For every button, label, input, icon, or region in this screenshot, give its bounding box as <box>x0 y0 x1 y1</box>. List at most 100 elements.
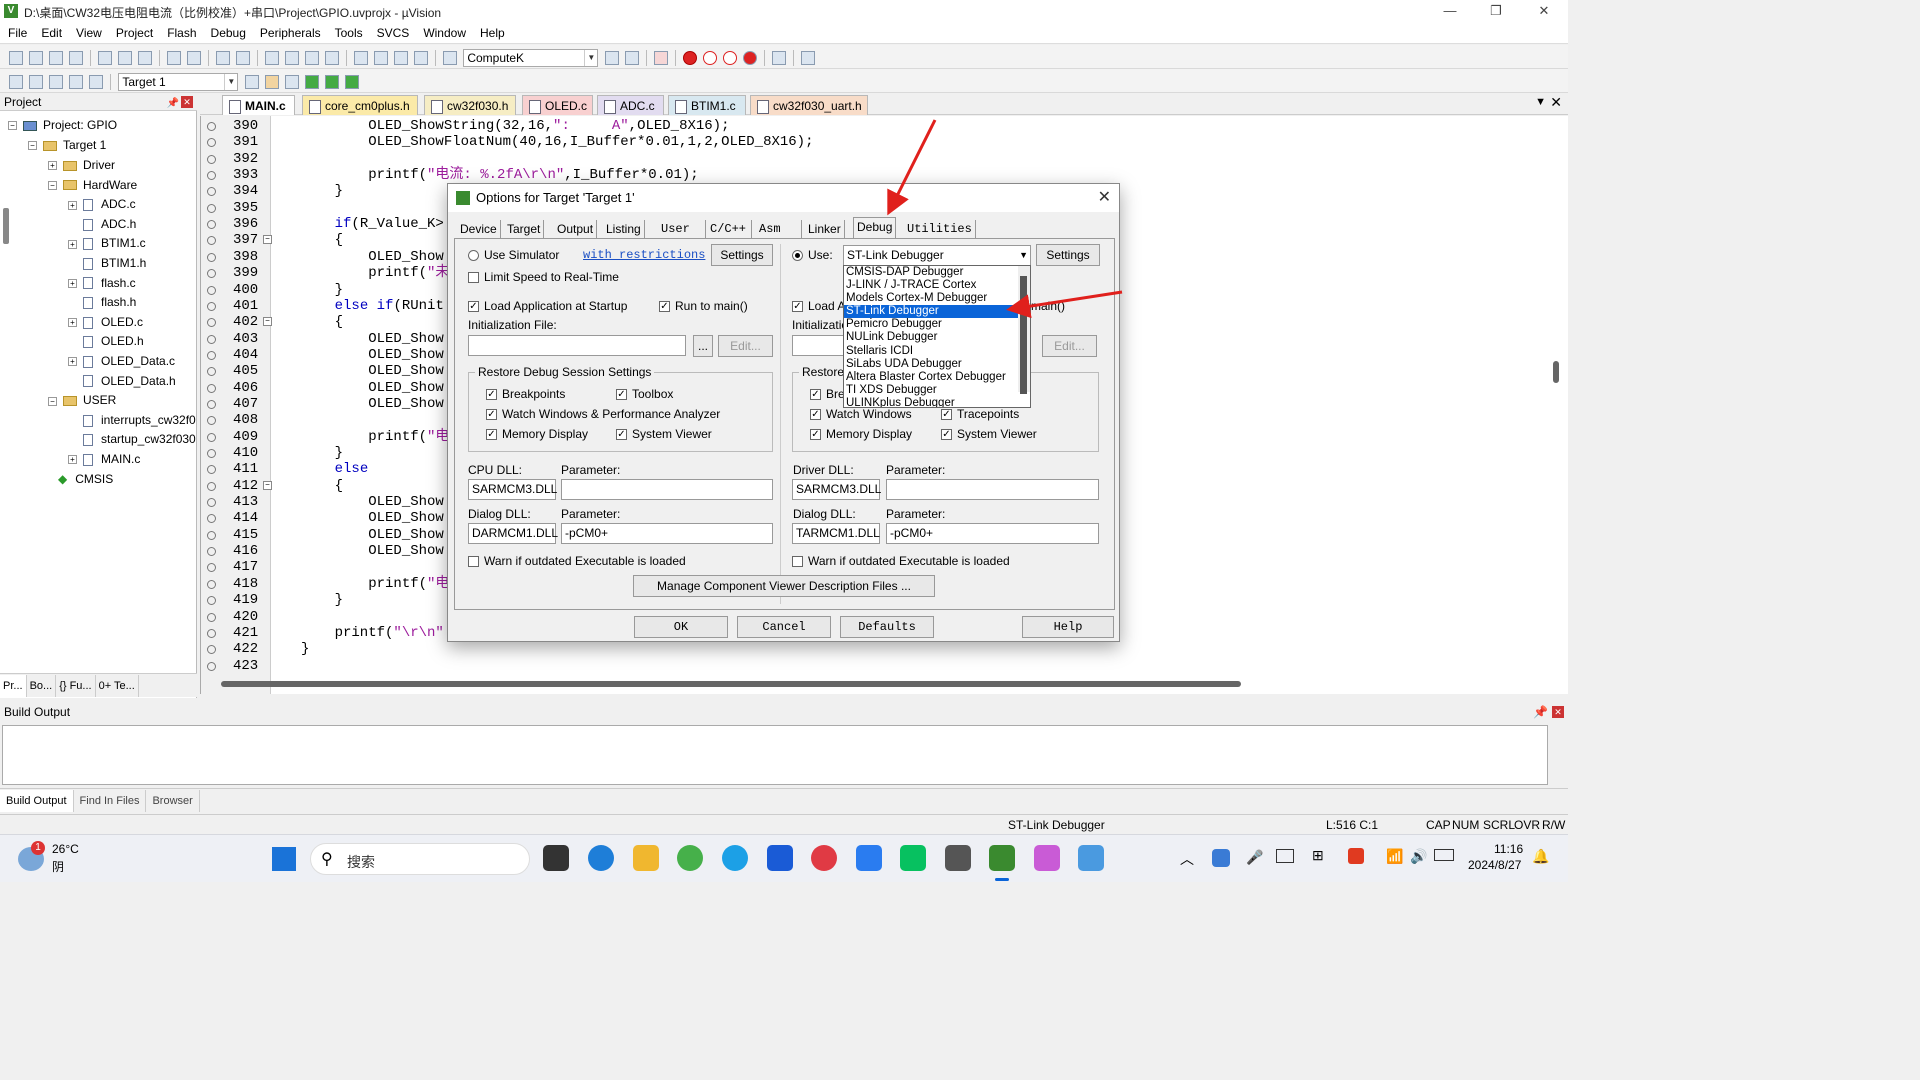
line-number[interactable]: 414 <box>201 510 267 526</box>
dialog-dll-input[interactable]: DARMCM1.DLL <box>468 523 558 544</box>
configure-icon[interactable] <box>800 50 815 65</box>
clock-time[interactable]: 11:16 <box>1494 842 1523 856</box>
menu-peripherals[interactable]: Peripherals <box>252 23 327 44</box>
bookmark-clear-icon[interactable] <box>325 50 339 65</box>
tree-item-hardware[interactable]: − HardWare <box>48 176 137 195</box>
breakpoint-slot-icon[interactable] <box>207 367 216 377</box>
indent-icon[interactable] <box>354 50 368 65</box>
editor-hscroll-thumb[interactable] <box>221 681 1241 687</box>
line-number[interactable]: 415 <box>201 527 267 543</box>
right-dialog-dll-input[interactable]: TARMCM1.DLL <box>792 523 880 544</box>
debugger-option-pemicro-debugger[interactable]: Pemicro Debugger <box>844 318 1030 331</box>
line-number[interactable]: 410 <box>201 445 267 461</box>
line-number[interactable]: 403 <box>201 331 267 347</box>
run-to-main-checkbox[interactable]: ✓ Run to main() <box>659 299 748 313</box>
debug-start-icon[interactable] <box>653 50 668 65</box>
tab-listing[interactable]: Listing <box>603 220 645 238</box>
taskbar-search[interactable]: ⚲ 搜索 <box>310 843 530 875</box>
right-load-app-checkbox[interactable]: ✓ Load A <box>792 299 845 313</box>
wechat-icon[interactable] <box>900 845 926 871</box>
bookmark-prev-icon[interactable] <box>285 50 299 65</box>
line-number[interactable]: 394 <box>201 183 267 199</box>
init-file-browse-button[interactable]: ... <box>693 335 713 357</box>
breakpoint-slot-icon[interactable] <box>207 416 216 426</box>
breakpoint-slot-icon[interactable] <box>207 481 216 491</box>
debugger-option-silabs-uda-debugger[interactable]: SiLabs UDA Debugger <box>844 358 1030 371</box>
debugger-option-stellaris-icdi[interactable]: Stellaris ICDI <box>844 345 1030 358</box>
manage-project-items-icon[interactable] <box>284 74 299 89</box>
cut-icon[interactable] <box>98 50 112 65</box>
line-number[interactable]: 406 <box>201 380 267 396</box>
camera-icon[interactable] <box>945 845 971 871</box>
wechat-alt-icon[interactable] <box>677 845 703 871</box>
tab-debug[interactable]: Debug <box>853 217 897 239</box>
breakpoint-slot-icon[interactable] <box>207 645 216 655</box>
bookmark-icon[interactable] <box>265 50 279 65</box>
tab-utilities[interactable]: Utilities <box>904 220 976 238</box>
maximize-button[interactable]: ❐ <box>1476 2 1516 20</box>
line-number[interactable]: 397− <box>201 232 272 248</box>
breakpoint-slot-icon[interactable] <box>207 301 216 311</box>
expand-toggle-icon[interactable]: + <box>68 278 77 288</box>
tree-item-oled-h[interactable]: OLED.h <box>68 332 144 351</box>
right-breakpoints-checkbox[interactable]: ✓ Bre <box>810 387 845 401</box>
line-number[interactable]: 405 <box>201 363 267 379</box>
breakpoint-slot-icon[interactable] <box>207 171 216 181</box>
tree-item-oled-data-h[interactable]: OLED_Data.h <box>68 372 176 391</box>
breakpoint-slot-icon[interactable] <box>207 399 216 409</box>
debugger-settings-button[interactable]: Settings <box>1036 244 1100 266</box>
line-number[interactable]: 412− <box>201 478 272 494</box>
app-l-icon[interactable] <box>767 845 793 871</box>
init-file-edit-button[interactable]: Edit... <box>718 335 773 357</box>
line-number[interactable]: 401 <box>201 298 267 314</box>
expand-toggle-icon[interactable]: + <box>68 239 77 249</box>
tree-item-oled-c[interactable]: + OLED.c <box>68 313 143 332</box>
tree-item-oled-data-c[interactable]: + OLED_Data.c <box>68 352 175 371</box>
tree-item-user[interactable]: − USER <box>48 391 116 410</box>
tree-item-adc-h[interactable]: ADC.h <box>68 215 136 234</box>
volume-icon[interactable]: 🔊 <box>1410 848 1427 865</box>
tray-app-icon[interactable] <box>1212 849 1230 867</box>
tree-item-btim1-h[interactable]: BTIM1.h <box>68 254 146 273</box>
watch-windows-checkbox[interactable]: ✓ Watch Windows & Performance Analyzer <box>486 407 720 421</box>
tree-item-cmsis[interactable]: ◆ CMSIS <box>58 470 113 489</box>
debugger-select[interactable]: ST-Link Debugger ▼ <box>843 245 1031 266</box>
tree-item-flash-h[interactable]: flash.h <box>68 293 136 312</box>
use-debugger-radio[interactable]: Use: <box>792 248 833 262</box>
edge-icon[interactable] <box>588 845 614 871</box>
breakpoint-slot-icon[interactable] <box>207 465 216 475</box>
breakpoint-slot-icon[interactable] <box>207 187 216 197</box>
breakpoint-slot-icon[interactable] <box>207 514 216 524</box>
breakpoints-checkbox[interactable]: ✓ Breakpoints <box>486 387 565 401</box>
menu-edit[interactable]: Edit <box>33 23 68 44</box>
project-vscroll-thumb[interactable] <box>3 208 9 244</box>
breakpoint-slot-icon[interactable] <box>207 432 216 442</box>
undo-icon[interactable] <box>167 50 181 65</box>
close-tab-icon[interactable]: ✕ <box>1550 94 1562 111</box>
options-for-target-icon[interactable] <box>244 74 259 89</box>
tab-find-in-files[interactable]: Find In Files <box>74 789 147 812</box>
line-number[interactable]: 413 <box>201 494 267 510</box>
build-icon[interactable] <box>29 74 43 89</box>
tab-cpp[interactable]: C/C++ <box>707 220 752 238</box>
debugger-option-ulinkplus-debugger[interactable]: ULINKplus Debugger <box>844 397 1030 407</box>
ok-button[interactable]: OK <box>634 616 728 638</box>
simulator-settings-button[interactable]: Settings <box>711 244 773 266</box>
line-number[interactable]: 411 <box>201 461 267 477</box>
menu-window[interactable]: Window <box>415 23 472 44</box>
tab-output[interactable]: Output <box>554 220 598 238</box>
project-root[interactable]: − Project: GPIO <box>8 116 117 135</box>
menu-help[interactable]: Help <box>472 23 511 44</box>
toolbox-checkbox[interactable]: ✓ Toolbox <box>616 387 673 401</box>
fold-toggle-icon[interactable]: − <box>263 317 272 327</box>
rebuild-icon[interactable] <box>49 74 63 89</box>
find-icon[interactable] <box>604 50 619 65</box>
debugger-option-altera-blaster-cortex-debugger[interactable]: Altera Blaster Cortex Debugger <box>844 371 1030 384</box>
right-warn-outdated-checkbox[interactable]: Warn if outdated Executable is loaded <box>792 554 1010 568</box>
target-combo[interactable]: Target 1 ▼ <box>118 72 239 91</box>
breakpoint-slot-icon[interactable] <box>207 252 216 262</box>
breakpoint-slot-icon[interactable] <box>207 236 216 246</box>
editor-vscroll-thumb[interactable] <box>1553 361 1559 383</box>
tree-item-btim1-c[interactable]: + BTIM1.c <box>68 234 146 253</box>
pack-installer-icon[interactable] <box>324 74 339 89</box>
